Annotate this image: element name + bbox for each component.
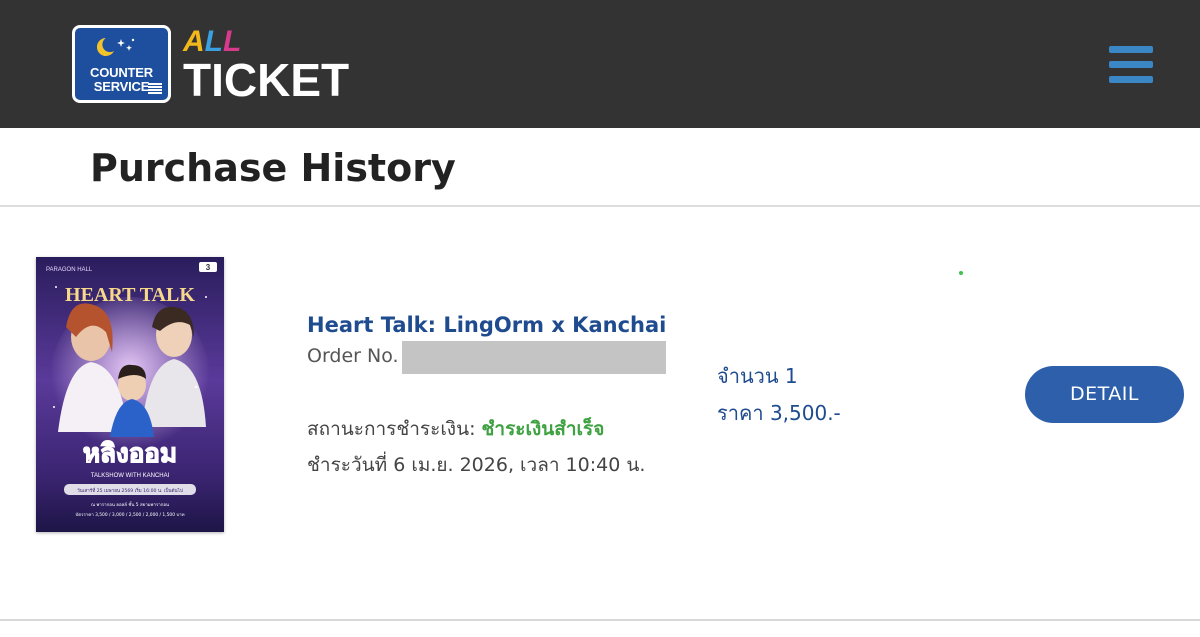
order-no-label: Order No. — [307, 345, 399, 367]
menu-bar — [1109, 61, 1153, 68]
brand-ticket: TICKET — [183, 54, 350, 106]
payment-status-label: สถานะการชำระเงิน: — [307, 418, 476, 440]
hamburger-menu-icon[interactable] — [1109, 46, 1153, 84]
ticket-quantity: จำนวน 1 — [717, 364, 798, 388]
payment-date: ชำระวันที่ 6 เม.ย. 2026, เวลา 10:40 น. — [307, 454, 646, 476]
menu-bar — [1109, 46, 1153, 53]
poster-venue: PARAGON HALL — [46, 267, 93, 273]
poster-location-line: ณ พารากอน ฮอลล์ ชั้น 5 สยามพารากอน — [91, 501, 169, 508]
logo-line-counter: COUNTER — [90, 65, 153, 80]
divider — [0, 619, 1200, 621]
poster-badge: 3 — [206, 263, 211, 272]
payment-status: สถานะการชำระเงิน: ชำระเงินสำเร็จ — [307, 414, 604, 444]
payment-status-value: ชำระเงินสำเร็จ — [481, 418, 605, 440]
event-poster-image[interactable]: PARAGON HALL HEART TALK 3 หลิงออม TALKSH… — [36, 257, 224, 532]
order-no-redacted — [402, 341, 666, 374]
ticket-price: ราคา 3,500.- — [717, 401, 841, 425]
header-bar: COUNTER SERVICE ALL TICKET — [0, 0, 1200, 128]
page-title: Purchase History — [90, 146, 456, 190]
poster-price-line: บัตรราคา 3,500 / 3,000 / 2,500 / 2,000 /… — [75, 512, 184, 518]
poster-artwork: PARAGON HALL HEART TALK 3 หลิงออม TALKSH… — [36, 257, 224, 532]
menu-bar — [1109, 76, 1153, 83]
event-name[interactable]: Heart Talk: LingOrm x Kanchai — [307, 311, 666, 339]
poster-title: HEART TALK — [65, 284, 195, 306]
detail-button[interactable]: DETAIL — [1025, 366, 1184, 423]
counter-service-logo[interactable]: COUNTER SERVICE — [72, 25, 171, 103]
moon-stars-icon — [96, 37, 135, 56]
poster-subtitle: TALKSHOW WITH KANCHAI — [91, 473, 170, 479]
poster-thai-title: หลิงออม — [83, 439, 177, 469]
logo-stripes — [148, 83, 162, 94]
divider — [0, 205, 1200, 207]
status-dot — [959, 271, 963, 275]
